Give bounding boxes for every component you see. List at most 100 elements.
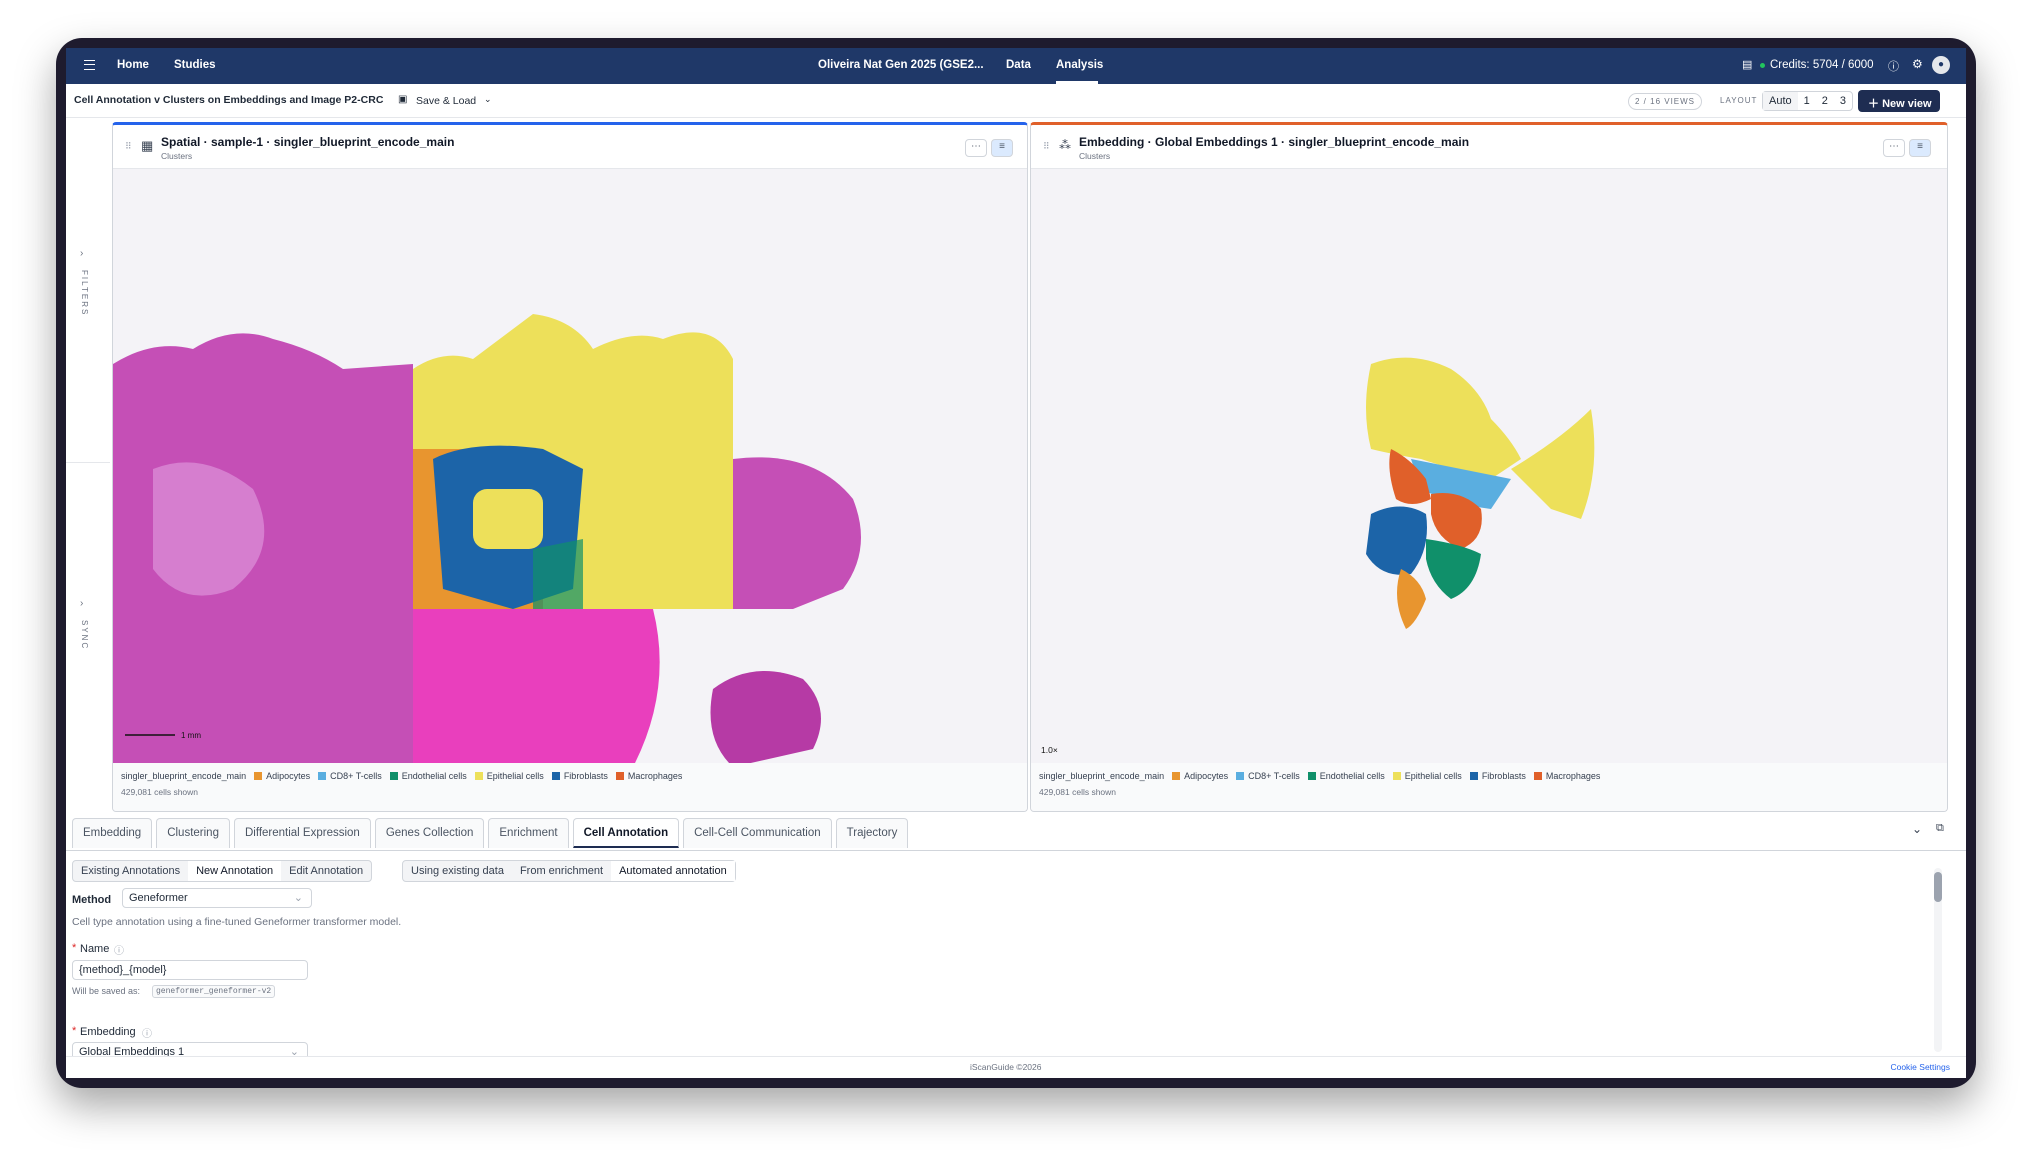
- panel-subtitle: Clusters: [161, 151, 193, 161]
- subtab-existing-annotations[interactable]: Existing Annotations: [73, 861, 188, 881]
- left-sidebar: › FILTERS › SYNC: [66, 118, 110, 818]
- legend-label[interactable]: CD8+ T-cells: [1248, 771, 1300, 781]
- layout-1[interactable]: 1: [1798, 92, 1816, 110]
- epithelial-pocket: [473, 489, 543, 549]
- layout-auto[interactable]: Auto: [1763, 92, 1798, 110]
- embedding-legend: singler_blueprint_encode_main Adipocytes…: [1031, 763, 1947, 811]
- tab-cell-annotation[interactable]: Cell Annotation: [572, 818, 680, 848]
- legend-label[interactable]: Macrophages: [1546, 771, 1601, 781]
- status-dot-icon: [1760, 63, 1765, 68]
- filter-icon[interactable]: ≡: [1909, 139, 1931, 157]
- required-marker: *: [72, 942, 77, 954]
- top-nav: Home Studies Oliveira Nat Gen 2025 (GSE2…: [66, 48, 1966, 84]
- chevron-down-icon: ⌄: [293, 892, 303, 904]
- legend-label[interactable]: Adipocytes: [1184, 771, 1228, 781]
- menu-icon[interactable]: [84, 60, 95, 70]
- tab-differential-expression[interactable]: Differential Expression: [233, 818, 371, 848]
- credits-label: Credits: 5704 / 6000: [1770, 59, 1874, 71]
- help-icon[interactable]: ⓘ: [1888, 58, 1899, 74]
- tab-cell-cell-communication[interactable]: Cell-Cell Communication: [683, 818, 832, 848]
- tab-enrichment[interactable]: Enrichment: [488, 818, 569, 848]
- sidebar-divider: [66, 462, 110, 463]
- nav-studies[interactable]: Studies: [174, 59, 216, 71]
- legend-swatch: [1469, 772, 1478, 780]
- nav-project[interactable]: Oliveira Nat Gen 2025 (GSE2...: [818, 59, 984, 71]
- gear-icon[interactable]: ⚙: [1912, 57, 1923, 71]
- cookie-settings-link[interactable]: Cookie Settings: [1890, 1062, 1950, 1072]
- nav-home[interactable]: Home: [117, 59, 149, 71]
- nav-analysis[interactable]: Analysis: [1056, 59, 1103, 71]
- views-count-badge: 2 / 16 VIEWS: [1628, 93, 1703, 110]
- drag-handle-icon[interactable]: ⠿: [125, 141, 132, 152]
- legend-label[interactable]: Fibroblasts: [564, 771, 608, 781]
- avatar-icon[interactable]: ●: [1932, 56, 1950, 74]
- tissue-region-bottom: [413, 609, 660, 767]
- name-label: Name: [80, 943, 110, 955]
- zoom-label: 1.0×: [1041, 745, 1058, 755]
- chevron-right-icon[interactable]: ›: [80, 598, 83, 609]
- required-marker: *: [72, 1025, 77, 1037]
- embedding-label: Embedding: [80, 1026, 136, 1038]
- legend-label[interactable]: Adipocytes: [266, 771, 310, 781]
- panel-header: ⠿ ▦ Spatial · sample-1 · singler_bluepri…: [113, 125, 1027, 169]
- method-select[interactable]: Geneformer ⌄: [122, 888, 312, 908]
- tab-clustering[interactable]: Clustering: [156, 818, 230, 848]
- filter-icon[interactable]: ≡: [991, 139, 1013, 157]
- legend-label[interactable]: Epithelial cells: [1405, 771, 1462, 781]
- legend-label[interactable]: Endothelial cells: [402, 771, 467, 781]
- legend-label[interactable]: Endothelial cells: [1320, 771, 1385, 781]
- scrollbar-thumb[interactable]: [1934, 872, 1942, 902]
- subtab-automated-annotation[interactable]: Automated annotation: [611, 861, 735, 881]
- form-scrollbar[interactable]: [1934, 868, 1942, 1052]
- save-load-button[interactable]: Save & Load: [416, 95, 476, 107]
- legend-label[interactable]: CD8+ T-cells: [330, 771, 382, 781]
- scale-label: 1 mm: [181, 731, 201, 740]
- legend-title: singler_blueprint_encode_main: [1039, 771, 1165, 781]
- more-options-button[interactable]: ⋯: [965, 139, 987, 157]
- app-screen: Home Studies Oliveira Nat Gen 2025 (GSE2…: [66, 48, 1966, 1078]
- tab-embedding[interactable]: Embedding: [72, 818, 153, 848]
- legend-label[interactable]: Macrophages: [628, 771, 683, 781]
- new-view-label: New view: [1882, 98, 1932, 110]
- legend-swatch: [1307, 772, 1316, 780]
- more-options-button[interactable]: ⋯: [1883, 139, 1905, 157]
- legend-label[interactable]: Epithelial cells: [487, 771, 544, 781]
- new-view-button[interactable]: ＋ New view: [1858, 90, 1940, 112]
- umap-plot[interactable]: 1.0×: [1031, 169, 1948, 767]
- chevron-down-icon[interactable]: ⌄: [484, 94, 492, 105]
- chevron-down-icon[interactable]: ⌄: [1912, 822, 1922, 836]
- legend-swatch: [1236, 772, 1245, 780]
- tissue-image[interactable]: 1 mm: [113, 169, 1028, 767]
- layout-label: LAYOUT: [1720, 96, 1758, 105]
- saved-as-label: Will be saved as:: [72, 986, 141, 996]
- footer-copyright: iScanGuide ©2026: [970, 1062, 1042, 1072]
- annotation-source-tabs: Using existing data From enrichment Auto…: [402, 860, 736, 882]
- annotation-form: Method Geneformer ⌄ Cell type annotation…: [72, 884, 1942, 1064]
- filters-toggle[interactable]: FILTERS: [80, 270, 89, 316]
- help-icon[interactable]: ⓘ: [142, 1025, 152, 1040]
- layout-3[interactable]: 3: [1834, 92, 1852, 110]
- method-label: Method: [72, 894, 112, 906]
- document-icon[interactable]: ▤: [1742, 58, 1752, 71]
- subtab-from-enrichment[interactable]: From enrichment: [512, 861, 611, 881]
- subtab-using-existing-data[interactable]: Using existing data: [403, 861, 512, 881]
- drag-handle-icon[interactable]: ⠿: [1043, 141, 1050, 152]
- name-input[interactable]: {method}_{model}: [72, 960, 308, 980]
- external-link-icon[interactable]: ⧉: [1936, 822, 1944, 835]
- spatial-panel: ⠿ ▦ Spatial · sample-1 · singler_bluepri…: [112, 122, 1028, 812]
- analysis-tabs: Embedding Clustering Differential Expres…: [72, 818, 912, 850]
- sync-toggle[interactable]: SYNC: [80, 620, 89, 650]
- tab-genes-collection[interactable]: Genes Collection: [374, 818, 485, 848]
- help-icon[interactable]: ⓘ: [114, 942, 124, 957]
- subtab-new-annotation[interactable]: New Annotation: [188, 861, 282, 881]
- legend-swatch: [474, 772, 483, 780]
- tab-trajectory[interactable]: Trajectory: [835, 818, 909, 848]
- legend-swatch: [254, 772, 263, 780]
- plus-icon: ＋: [1868, 98, 1879, 110]
- method-description: Cell type annotation using a fine-tuned …: [72, 916, 402, 928]
- chevron-right-icon[interactable]: ›: [80, 248, 83, 259]
- nav-data[interactable]: Data: [1006, 59, 1031, 71]
- legend-label[interactable]: Fibroblasts: [1482, 771, 1526, 781]
- subtab-edit-annotation[interactable]: Edit Annotation: [281, 861, 371, 881]
- layout-2[interactable]: 2: [1816, 92, 1834, 110]
